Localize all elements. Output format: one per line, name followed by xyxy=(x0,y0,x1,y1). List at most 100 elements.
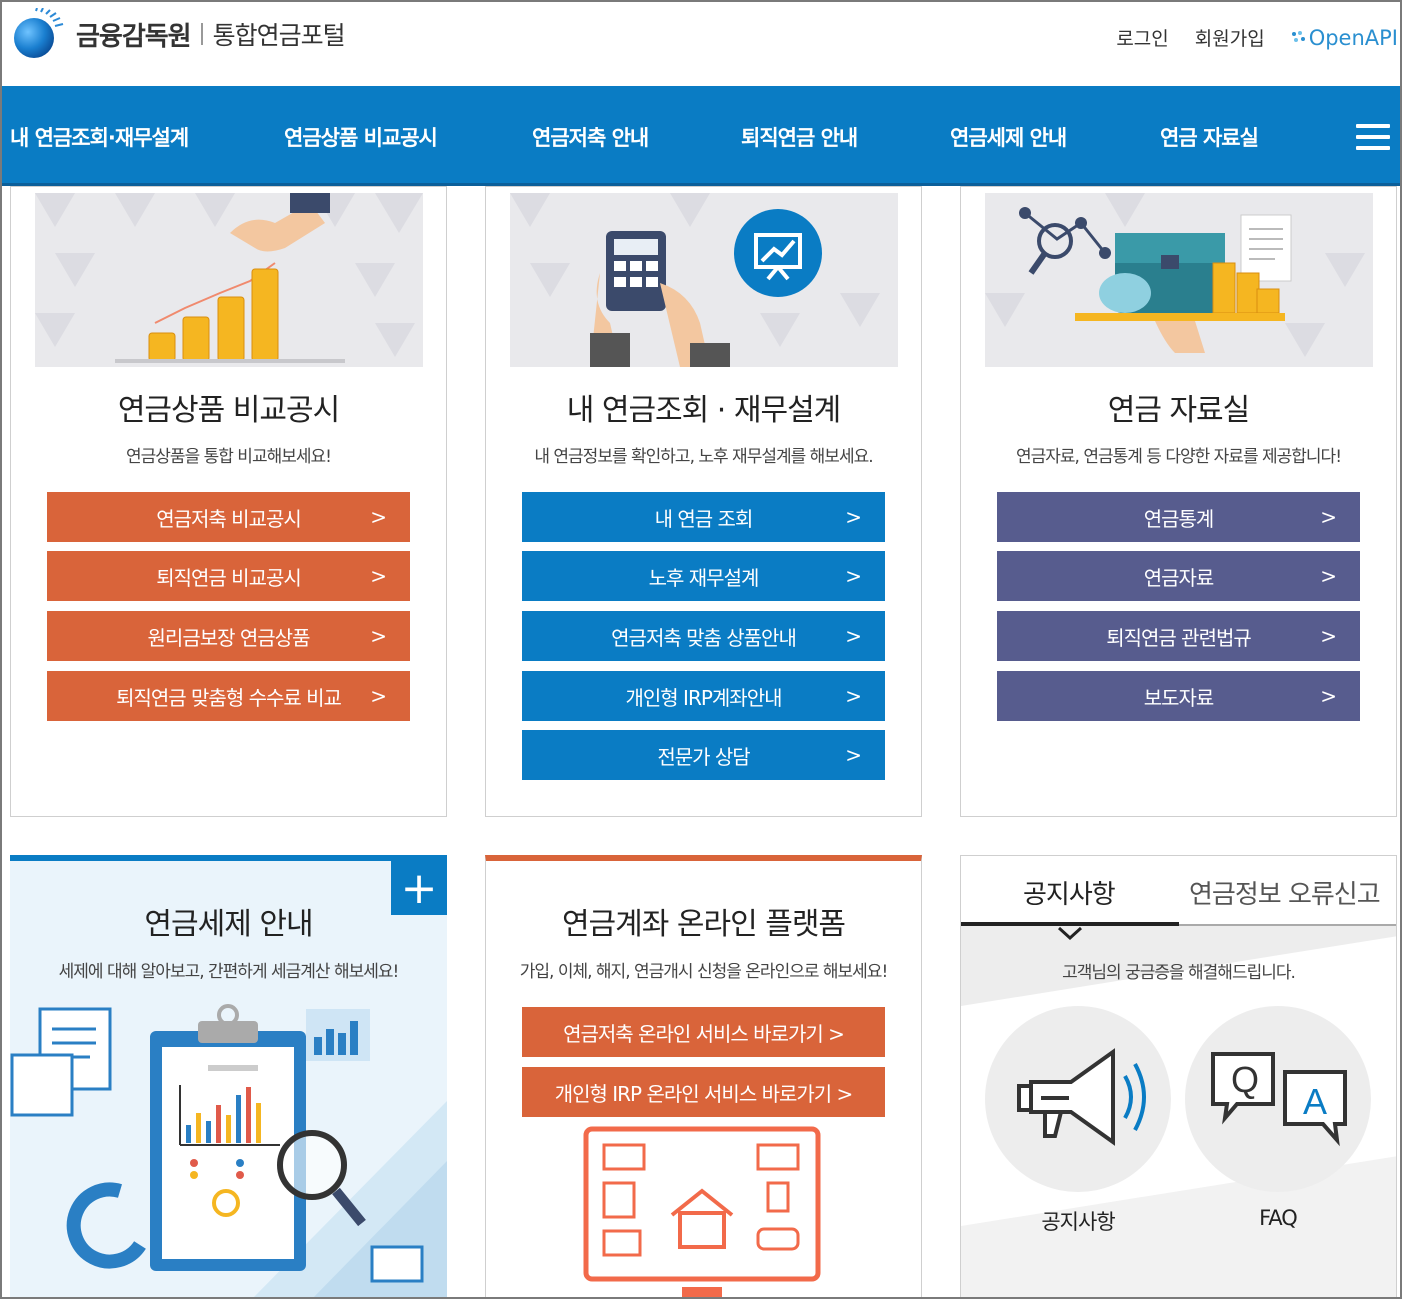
coins-chart-illustration xyxy=(35,193,423,367)
tab-notice[interactable]: 공지사항 xyxy=(1023,874,1116,911)
openapi-link[interactable]: OpenAPI xyxy=(1291,26,1398,50)
card-my-pension: 내 연금조회 · 재무설계 내 연금정보를 확인하고, 노후 재무설계를 해보세… xyxy=(485,186,922,817)
link-press[interactable]: 보도자료 > xyxy=(997,671,1360,721)
button-label: 퇴직연금 맞춤형 수수료 비교 xyxy=(116,685,342,710)
notice-panel: 공지사항 연금정보 오류신고 고객님의 궁금증을 해결해드립니다. Q A 공지… xyxy=(960,855,1397,1297)
chevron-right-icon: > xyxy=(370,564,387,588)
nav-product-compare[interactable]: 연금상품 비교공시 xyxy=(284,122,438,152)
monitor-platform-icon xyxy=(583,1126,821,1297)
nav-tax-guide[interactable]: 연금세제 안내 xyxy=(950,122,1067,152)
tax-guide-panel[interactable]: + 연금세제 안내 세제에 대해 알아보고, 간편하게 세금계산 해보세요! xyxy=(10,855,447,1297)
card-title: 내 연금조회 · 재무설계 xyxy=(566,393,842,428)
login-link[interactable]: 로그인 xyxy=(1116,24,1168,51)
caret-down-icon xyxy=(1057,926,1083,940)
card-archive: 연금 자료실 연금자료, 연금통계 등 다양한 자료를 제공합니다! 연금통계 >… xyxy=(960,186,1397,817)
utility-menu: 로그인 회원가입 OpenAPI xyxy=(1116,24,1398,51)
coins-hand-icon xyxy=(35,193,423,363)
portal-name: 통합연금포털 xyxy=(212,21,346,50)
chevron-right-icon: > xyxy=(845,684,862,708)
nav-archive[interactable]: 연금 자료실 xyxy=(1160,122,1259,152)
button-label: 연금저축 맞춤 상품안내 xyxy=(611,625,797,650)
faq-circle[interactable]: Q A xyxy=(1185,1006,1371,1192)
nav-my-pension[interactable]: 내 연금조회·재무설계 xyxy=(10,122,189,152)
qa-bubble-icon: Q A xyxy=(1211,1052,1347,1147)
briefcase-illustration xyxy=(985,193,1373,367)
button-label: 연금저축 온라인 서비스 바로가기 > xyxy=(563,1021,845,1046)
link-guaranteed-products[interactable]: 원리금보장 연금상품 > xyxy=(47,611,410,661)
button-label: 연금통계 xyxy=(1143,506,1215,531)
link-savings-compare[interactable]: 연금저축 비교공시 > xyxy=(47,492,410,542)
openapi-label: OpenAPI xyxy=(1308,25,1398,50)
a-letter: A xyxy=(1303,1081,1327,1122)
link-expert-consult[interactable]: 전문가 상담 > xyxy=(522,730,885,780)
nav-pension-savings[interactable]: 연금저축 안내 xyxy=(532,122,649,152)
button-label: 퇴직연금 관련법규 xyxy=(1106,625,1252,650)
org-name: 금융감독원 xyxy=(76,21,192,52)
link-regulations[interactable]: 퇴직연금 관련법규 > xyxy=(997,611,1360,661)
link-my-pension-lookup[interactable]: 내 연금 조회 > xyxy=(522,492,885,542)
link-materials[interactable]: 연금자료 > xyxy=(997,551,1360,601)
button-label: 노후 재무설계 xyxy=(648,565,760,590)
button-label: 연금자료 xyxy=(1143,565,1215,590)
chevron-right-icon: > xyxy=(845,505,862,529)
button-label: 연금저축 비교공시 xyxy=(156,506,302,531)
signup-link[interactable]: 회원가입 xyxy=(1195,24,1265,51)
calculator-illustration xyxy=(510,193,898,367)
button-label: 전문가 상담 xyxy=(657,744,750,769)
tab-error-report[interactable]: 연금정보 오류신고 xyxy=(1189,874,1381,911)
card-desc: 연금자료, 연금통계 등 다양한 자료를 제공합니다! xyxy=(1015,447,1342,467)
button-label: 내 연금 조회 xyxy=(654,506,754,531)
briefcase-icon xyxy=(985,193,1365,357)
calculator-icon xyxy=(510,193,880,367)
faq-label[interactable]: FAQ xyxy=(1185,1206,1371,1230)
q-letter: Q xyxy=(1231,1059,1259,1100)
notice-circle[interactable] xyxy=(985,1006,1171,1192)
link-custom-products[interactable]: 연금저축 맞춤 상품안내 > xyxy=(522,611,885,661)
link-irp-account[interactable]: 개인형 IRP계좌안내 > xyxy=(522,671,885,721)
button-label: 개인형 IRP 온라인 서비스 바로가기 > xyxy=(554,1081,854,1106)
link-irp-online[interactable]: 개인형 IRP 온라인 서비스 바로가기 > xyxy=(522,1067,885,1117)
chevron-right-icon: > xyxy=(845,743,862,767)
chevron-right-icon: > xyxy=(370,684,387,708)
chevron-right-icon: > xyxy=(370,624,387,648)
tab-divider xyxy=(1179,924,1396,926)
chevron-right-icon: > xyxy=(1320,564,1337,588)
card-desc: 내 연금정보를 확인하고, 노후 재무설계를 해보세요. xyxy=(534,447,873,467)
online-title: 연금계좌 온라인 플랫폼 xyxy=(561,907,846,942)
button-label: 퇴직연금 비교공시 xyxy=(156,565,302,590)
logo-divider xyxy=(200,23,203,45)
link-retirement-compare[interactable]: 퇴직연금 비교공시 > xyxy=(47,551,410,601)
card-title: 연금 자료실 xyxy=(1107,393,1251,428)
logo[interactable]: 금융감독원 통합연금포털 xyxy=(10,8,346,60)
notice-desc: 고객님의 궁금증을 해결해드립니다. xyxy=(1062,963,1296,983)
chevron-right-icon: > xyxy=(1320,505,1337,529)
link-fee-compare[interactable]: 퇴직연금 맞춤형 수수료 비교 > xyxy=(47,671,410,721)
link-savings-online[interactable]: 연금저축 온라인 서비스 바로가기 > xyxy=(522,1007,885,1057)
notice-label[interactable]: 공지사항 xyxy=(985,1206,1171,1236)
link-retirement-planning[interactable]: 노후 재무설계 > xyxy=(522,551,885,601)
link-statistics[interactable]: 연금통계 > xyxy=(997,492,1360,542)
chevron-right-icon: > xyxy=(845,564,862,588)
tax-desc: 세제에 대해 알아보고, 간편하게 세금계산 해보세요! xyxy=(58,962,400,982)
online-platform-panel: 연금계좌 온라인 플랫폼 가입, 이체, 해지, 연금개시 신청을 온라인으로 … xyxy=(485,855,922,1297)
page-frame: 금융감독원 통합연금포털 로그인 회원가입 OpenAPI 내 연금조회·재무설… xyxy=(0,0,1402,1299)
megaphone-icon xyxy=(1017,1048,1146,1146)
card-product-compare: 연금상품 비교공시 연금상품을 통합 비교해보세요! 연금저축 비교공시 > 퇴직… xyxy=(10,186,447,817)
nav-retirement-pension[interactable]: 퇴직연금 안내 xyxy=(741,122,858,152)
card-desc: 연금상품을 통합 비교해보세요! xyxy=(126,447,332,467)
button-label: 보도자료 xyxy=(1143,685,1215,710)
button-label: 원리금보장 연금상품 xyxy=(147,625,311,650)
globe-logo-icon xyxy=(14,8,64,58)
card-title: 연금상품 비교공시 xyxy=(117,393,340,428)
chevron-right-icon: > xyxy=(845,624,862,648)
header: 금융감독원 통합연금포털 로그인 회원가입 OpenAPI xyxy=(2,2,1400,86)
chevron-right-icon: > xyxy=(1320,624,1337,648)
chevron-right-icon: > xyxy=(1320,684,1337,708)
chevron-right-icon: > xyxy=(370,505,387,529)
tax-title: 연금세제 안내 xyxy=(144,907,313,942)
clipboard-chart-icon xyxy=(10,1004,424,1283)
online-desc: 가입, 이체, 해지, 연금개시 신청을 온라인으로 해보세요! xyxy=(519,962,889,982)
main-navigation: 내 연금조회·재무설계 연금상품 비교공시 연금저축 안내 퇴직연금 안내 연금… xyxy=(2,86,1400,186)
button-label: 개인형 IRP계좌안내 xyxy=(625,685,782,710)
hamburger-menu-icon[interactable] xyxy=(1356,124,1390,150)
